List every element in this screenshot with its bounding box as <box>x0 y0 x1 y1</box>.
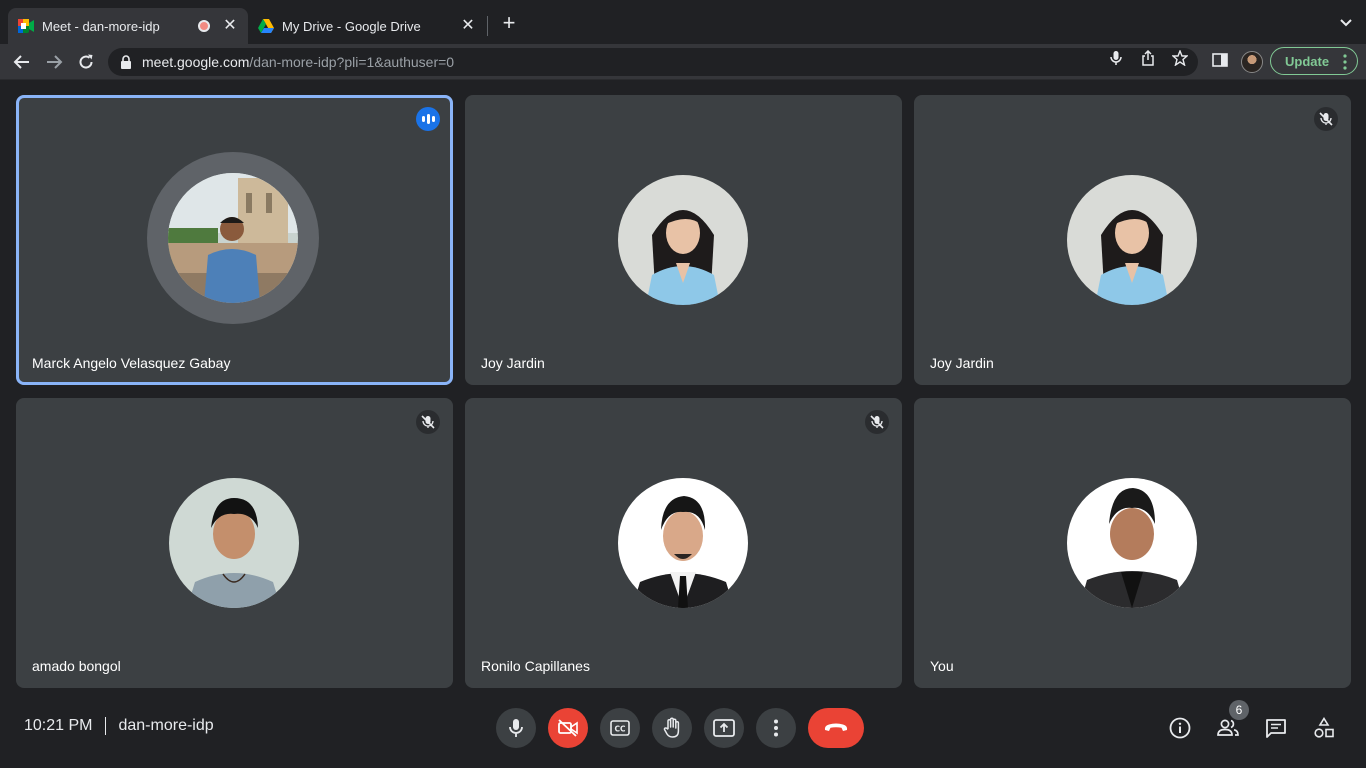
activities-icon[interactable] <box>1312 716 1336 740</box>
kebab-menu-icon[interactable] <box>1343 53 1347 71</box>
present-screen-button[interactable] <box>704 708 744 748</box>
raise-hand-button[interactable] <box>652 708 692 748</box>
participant-avatar <box>1067 175 1197 305</box>
hang-up-icon <box>823 722 849 734</box>
mic-muted-icon <box>416 410 440 434</box>
microphone-button[interactable] <box>496 708 536 748</box>
tab-strip: Meet - dan-more-idp ✕ My Drive - Google … <box>0 0 1366 44</box>
browser-toolbar: meet.google.com/dan-more-idp?pli=1&authu… <box>0 44 1366 80</box>
tab-meet[interactable]: Meet - dan-more-idp ✕ <box>8 8 248 44</box>
reload-icon[interactable] <box>74 50 98 74</box>
mic-icon <box>508 718 524 738</box>
meeting-code: dan-more-idp <box>118 717 214 734</box>
forward-arrow-icon[interactable] <box>42 50 66 74</box>
leave-call-button[interactable] <box>808 708 864 748</box>
more-options-icon <box>774 719 778 737</box>
update-label: Update <box>1285 53 1330 69</box>
participant-name: You <box>930 658 954 674</box>
participant-avatar <box>168 173 298 303</box>
participant-tile[interactable]: Joy Jardin <box>465 95 902 385</box>
microphone-in-use-icon[interactable] <box>1108 50 1124 66</box>
present-screen-icon <box>713 719 735 737</box>
meeting-info-icon[interactable] <box>1168 716 1192 740</box>
lock-icon <box>120 54 136 70</box>
update-button[interactable]: Update <box>1270 47 1358 75</box>
participant-name: Joy Jardin <box>930 355 994 371</box>
tab-separator <box>487 16 488 36</box>
camera-off-icon <box>557 719 579 737</box>
back-arrow-icon[interactable] <box>10 50 34 74</box>
participant-count-badge: 6 <box>1229 700 1249 720</box>
close-tab-icon[interactable]: ✕ <box>222 18 238 34</box>
tab-title: Meet - dan-more-idp <box>42 18 160 34</box>
tab-google-drive[interactable]: My Drive - Google Drive ✕ <box>248 8 486 44</box>
bookmark-star-icon[interactable] <box>1172 50 1188 66</box>
captions-button[interactable]: CC <box>600 708 640 748</box>
participant-tile[interactable]: Ronilo Capillanes <box>465 398 902 688</box>
participant-avatar <box>618 478 748 608</box>
participant-avatar <box>618 175 748 305</box>
new-tab-icon[interactable]: + <box>499 12 519 36</box>
google-meet-favicon-icon <box>18 18 34 34</box>
speaking-indicator-icon <box>416 107 440 131</box>
divider <box>105 717 107 735</box>
participant-tile[interactable]: Marck Angelo Velasquez Gabay <box>16 95 453 385</box>
captions-icon: CC <box>610 720 630 736</box>
svg-text:CC: CC <box>614 725 626 734</box>
participant-name: amado bongol <box>32 658 121 674</box>
meeting-time: 10:21 PM <box>24 717 93 734</box>
more-options-button[interactable] <box>756 708 796 748</box>
participant-name: Joy Jardin <box>481 355 545 371</box>
google-drive-favicon-icon <box>258 18 274 34</box>
address-bar[interactable]: meet.google.com/dan-more-idp?pli=1&authu… <box>108 48 1198 76</box>
url-path: /dan-more-idp?pli=1&authuser=0 <box>249 54 455 70</box>
participant-tile[interactable]: Joy Jardin <box>914 95 1351 385</box>
mic-muted-icon <box>865 410 889 434</box>
participant-name: Ronilo Capillanes <box>481 658 590 674</box>
mic-muted-icon <box>1314 107 1338 131</box>
tab-title: My Drive - Google Drive <box>282 18 421 34</box>
camera-toggle-button[interactable] <box>548 708 588 748</box>
participant-avatar <box>1067 478 1197 608</box>
participant-name: Marck Angelo Velasquez Gabay <box>32 355 231 371</box>
participant-tile[interactable]: amado bongol <box>16 398 453 688</box>
recording-indicator-icon <box>198 20 210 32</box>
close-tab-icon[interactable]: ✕ <box>460 18 476 34</box>
participant-tile[interactable]: You <box>914 398 1351 688</box>
meeting-details: 10:21 PM dan-more-idp <box>24 717 214 735</box>
share-icon[interactable] <box>1140 50 1156 66</box>
tab-search-chevron-down-icon[interactable] <box>1338 14 1354 30</box>
side-panel-icon[interactable] <box>1212 52 1228 68</box>
raise-hand-icon <box>663 717 681 739</box>
participant-avatar <box>169 478 299 608</box>
url-host: meet.google.com <box>142 54 250 70</box>
profile-avatar[interactable] <box>1241 51 1263 73</box>
chat-icon[interactable] <box>1264 716 1288 740</box>
